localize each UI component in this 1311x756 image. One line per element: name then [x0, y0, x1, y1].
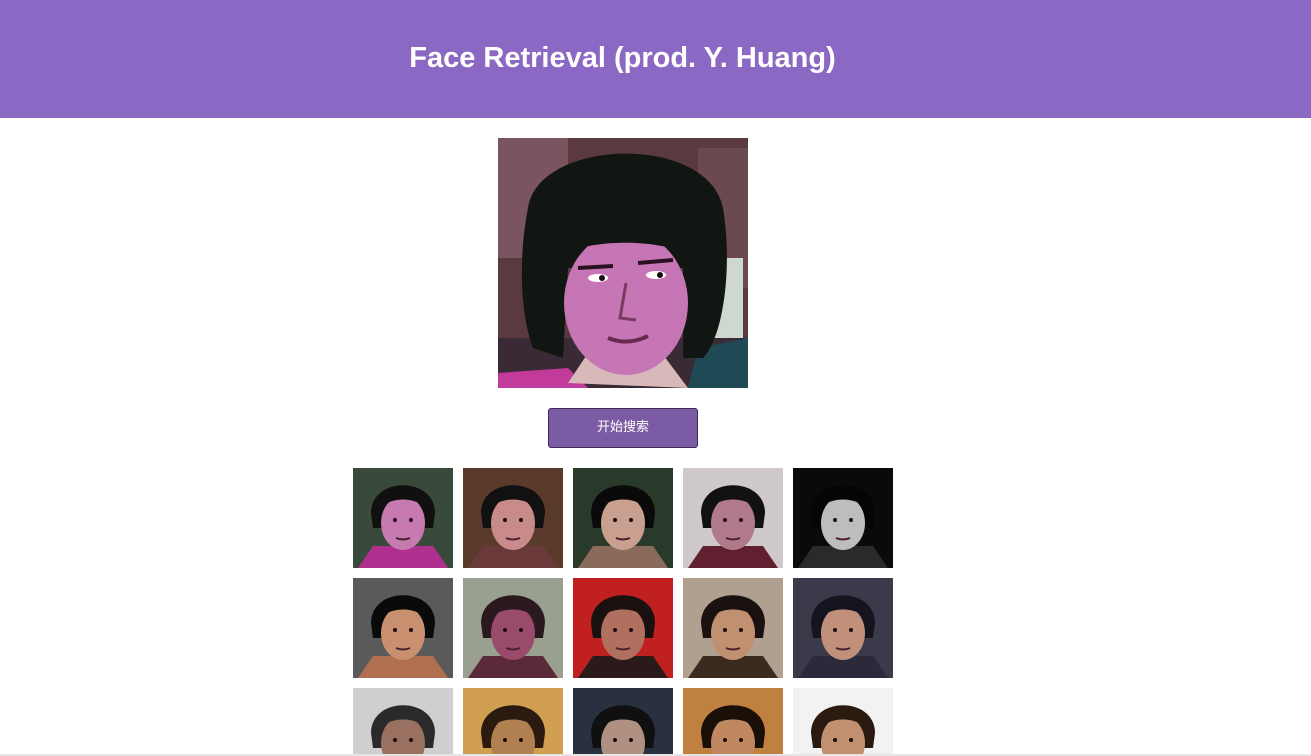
start-search-button[interactable]: 开始搜索: [548, 408, 698, 448]
result-thumbnail[interactable]: [353, 688, 453, 756]
app-header: Face Retrieval (prod. Y. Huang): [0, 0, 1311, 118]
face-thumbnail-icon: [683, 578, 783, 678]
face-thumbnail-icon: [793, 688, 893, 756]
face-thumbnail-icon: [353, 578, 453, 678]
result-thumbnail[interactable]: [353, 468, 453, 568]
face-thumbnail-icon: [463, 688, 563, 756]
face-thumbnail-icon: [573, 468, 673, 568]
result-thumbnail[interactable]: [463, 578, 563, 678]
result-thumbnail[interactable]: [353, 578, 453, 678]
face-thumbnail-icon: [573, 578, 673, 678]
result-thumbnail[interactable]: [793, 688, 893, 756]
result-thumbnail[interactable]: [463, 688, 563, 756]
result-thumbnail[interactable]: [573, 468, 673, 568]
face-thumbnail-icon: [463, 468, 563, 568]
portrait-photo-icon: [498, 138, 748, 388]
face-thumbnail-icon: [793, 578, 893, 678]
face-thumbnail-icon: [463, 578, 563, 678]
face-thumbnail-icon: [683, 468, 783, 568]
face-thumbnail-icon: [353, 468, 453, 568]
result-thumbnail[interactable]: [793, 468, 893, 568]
face-thumbnail-icon: [793, 468, 893, 568]
result-thumbnail[interactable]: [683, 468, 783, 568]
page-title: Face Retrieval (prod. Y. Huang): [409, 42, 836, 74]
result-thumbnail[interactable]: [683, 688, 783, 756]
result-thumbnail[interactable]: [573, 688, 673, 756]
query-face-image: [498, 138, 748, 388]
face-thumbnail-icon: [573, 688, 673, 756]
results-grid: [353, 468, 893, 756]
result-thumbnail[interactable]: [573, 578, 673, 678]
face-thumbnail-icon: [353, 688, 453, 756]
result-thumbnail[interactable]: [683, 578, 783, 678]
result-thumbnail[interactable]: [793, 578, 893, 678]
face-thumbnail-icon: [683, 688, 783, 756]
result-thumbnail[interactable]: [463, 468, 563, 568]
